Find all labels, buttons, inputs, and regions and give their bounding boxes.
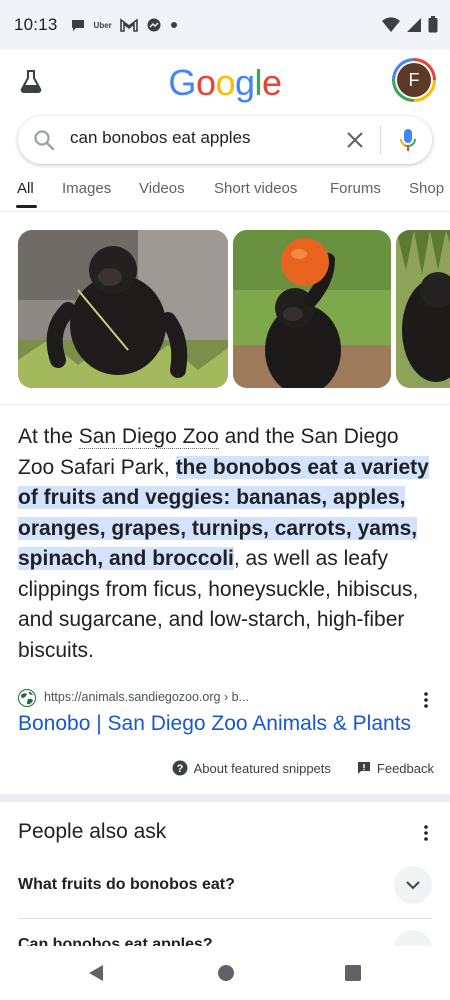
- paa-question[interactable]: Can bonobos eat apples?: [18, 936, 213, 946]
- app-header: Google F: [0, 50, 450, 114]
- uber-icon: Uber: [93, 20, 112, 30]
- help-icon: ?: [172, 760, 188, 776]
- feedback-button[interactable]: Feedback: [357, 761, 434, 776]
- mic-icon[interactable]: [396, 127, 420, 153]
- gmail-icon: [119, 18, 138, 32]
- search-tabs: All Images Videos Short videos Forums Sh…: [0, 172, 450, 212]
- about-label: About featured snippets: [193, 760, 331, 776]
- featured-snippet-text: At the San Diego Zoo and the San Diego Z…: [18, 422, 438, 666]
- search-box[interactable]: [18, 116, 432, 164]
- messenger-icon: [147, 18, 161, 32]
- back-icon[interactable]: [87, 964, 105, 982]
- section-band: [0, 794, 450, 802]
- logo-letter: l: [254, 62, 263, 103]
- site-favicon-globe-icon: [18, 689, 36, 707]
- logo-letter: o: [195, 62, 216, 103]
- search-icon[interactable]: [32, 128, 56, 152]
- section-divider: [0, 404, 450, 405]
- system-icons: [382, 16, 438, 33]
- status-time: 10:13: [14, 15, 58, 34]
- svg-text:?: ?: [176, 763, 183, 775]
- home-icon[interactable]: [217, 964, 235, 982]
- wifi-icon: [382, 16, 400, 32]
- google-logo[interactable]: Google: [0, 62, 450, 104]
- logo-letter: G: [168, 62, 196, 103]
- logo-letter: o: [215, 62, 235, 103]
- bonobo-image-1[interactable]: [18, 230, 228, 388]
- source-url[interactable]: https://animals.sandiegozoo.org › b...: [44, 690, 249, 704]
- snippet-prefix: At the: [18, 425, 79, 448]
- paa-question[interactable]: What fruits do bonobos eat?: [18, 876, 235, 894]
- avatar-letter: F: [397, 63, 431, 97]
- active-tab-indicator: [16, 205, 37, 208]
- paa-more-icon[interactable]: [424, 825, 428, 841]
- dot-icon: [170, 22, 177, 28]
- logo-letter: g: [235, 62, 255, 103]
- status-bar: 10:13 Uber: [0, 0, 450, 50]
- search-divider: [380, 126, 381, 154]
- source-row[interactable]: https://animals.sandiegozoo.org › b...: [18, 688, 438, 710]
- san-diego-zoo-entity-link[interactable]: San Diego Zoo: [78, 425, 219, 449]
- bonobo-image-2[interactable]: [233, 230, 391, 388]
- tab-images[interactable]: Images: [62, 180, 111, 197]
- paa-expand-button[interactable]: [394, 866, 432, 904]
- tab-short-videos[interactable]: Short videos: [214, 180, 297, 197]
- people-also-ask-title: People also ask: [18, 820, 167, 843]
- notification-icons: Uber: [70, 17, 178, 33]
- search-input[interactable]: [70, 128, 330, 148]
- battery-icon: [428, 16, 438, 33]
- tab-all[interactable]: All: [17, 180, 34, 197]
- chevron-down-icon: [406, 881, 420, 890]
- tab-videos[interactable]: Videos: [139, 180, 185, 197]
- recents-icon[interactable]: [344, 964, 362, 982]
- clear-icon[interactable]: [344, 129, 366, 151]
- paa-divider: [18, 918, 432, 919]
- chat-icon: [71, 20, 84, 31]
- bonobo-image-3[interactable]: [396, 230, 450, 388]
- feedback-label: Feedback: [376, 760, 434, 776]
- about-featured-snippets[interactable]: ? About featured snippets: [172, 760, 331, 776]
- image-carousel: [0, 228, 450, 390]
- tab-forums[interactable]: Forums: [330, 180, 381, 197]
- tab-shopping[interactable]: Shop: [409, 180, 444, 197]
- result-more-icon[interactable]: [424, 692, 428, 708]
- logo-letter: e: [262, 62, 282, 103]
- feedback-icon: [357, 762, 370, 774]
- signal-icon: [407, 17, 421, 32]
- result-title-link[interactable]: Bonobo | San Diego Zoo Animals & Plants: [18, 712, 411, 736]
- system-nav-bar: [0, 946, 450, 1000]
- snippet-footer: ? About featured snippets Feedback: [146, 758, 434, 778]
- account-avatar[interactable]: F: [392, 58, 436, 102]
